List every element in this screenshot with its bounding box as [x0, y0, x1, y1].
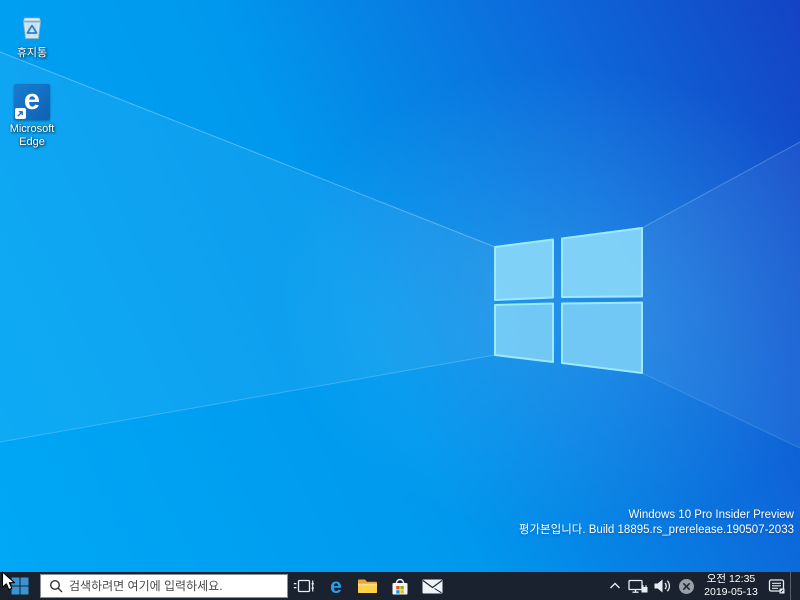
clock-time: 오전 12:35 [706, 572, 756, 585]
microsoft-store-icon [392, 578, 408, 594]
action-center-icon [768, 578, 785, 593]
volume-tray-button[interactable] [650, 572, 674, 600]
desktop-wallpaper: 휴지통 e Microsoft Edge Windows 10 Pro Insi… [0, 0, 800, 572]
watermark-line2: 평가본입니다. Build 18895.rs_prerelease.190507… [518, 524, 794, 537]
shortcut-arrow-icon [15, 108, 26, 119]
edge-tile-icon: e [14, 84, 50, 120]
taskbar: e [0, 572, 800, 600]
search-icon [49, 579, 63, 593]
task-view-icon [293, 579, 314, 592]
show-desktop-button[interactable] [790, 572, 800, 600]
speaker-volume-icon [654, 579, 670, 593]
action-center-button[interactable] [764, 572, 790, 600]
clock-date: 2019-05-13 [704, 586, 758, 598]
desktop-icon-recycle-bin[interactable]: 휴지통 [4, 8, 60, 60]
recycle-bin-icon [14, 8, 50, 44]
start-button[interactable] [0, 572, 40, 600]
taskbar-edge-button[interactable]: e [320, 572, 352, 600]
chevron-up-icon [610, 582, 620, 589]
insider-watermark: Windows 10 Pro Insider Preview 평가본입니다. B… [519, 508, 794, 538]
taskbar-file-explorer-button[interactable] [352, 572, 384, 600]
taskbar-search-box[interactable] [40, 574, 288, 598]
show-hidden-icons-button[interactable] [604, 572, 626, 600]
file-explorer-icon [358, 579, 377, 593]
search-input[interactable] [69, 579, 279, 593]
gray-circle-x-icon [678, 578, 694, 594]
edge-shortcut-label: Microsoft Edge [9, 123, 55, 149]
windows-start-icon [11, 577, 29, 595]
taskbar-clock[interactable]: 오전 12:35 2019-05-13 [698, 573, 764, 599]
desktop-icon-microsoft-edge[interactable]: e Microsoft Edge [4, 84, 60, 149]
task-view-button[interactable] [288, 572, 320, 600]
edge-logo-glyph: e [23, 84, 41, 116]
onedrive-tray-button[interactable] [674, 572, 698, 600]
wallpaper-light-beams [0, 51, 800, 449]
network-tray-button[interactable] [626, 572, 650, 600]
ethernet-network-icon [628, 579, 648, 593]
mail-icon [422, 579, 442, 593]
watermark-line1: Windows 10 Pro Insider Preview [628, 509, 794, 522]
edge-icon: e [330, 574, 342, 598]
windows-logo [494, 227, 643, 374]
taskbar-store-button[interactable] [384, 572, 416, 600]
taskbar-mail-button[interactable] [416, 572, 448, 600]
recycle-bin-label: 휴지통 [16, 47, 48, 59]
